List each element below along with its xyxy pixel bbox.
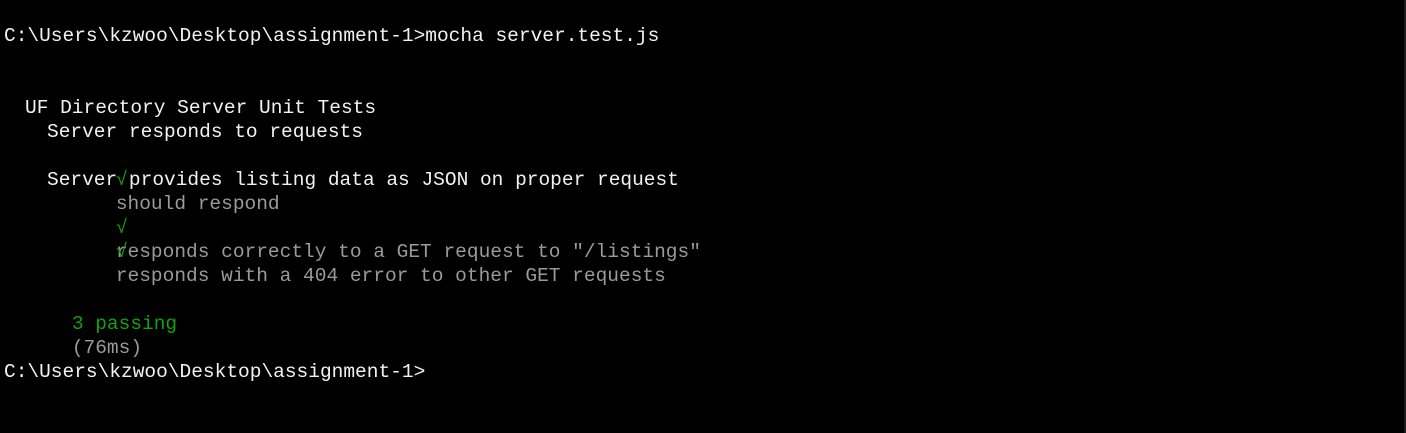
suite-title: UF Directory Server Unit Tests (25, 97, 377, 119)
test-result-line: √ responds with a 404 error to other GET… (69, 216, 666, 287)
test-label: responds correctly to a GET request to "… (115, 241, 701, 263)
test-group-title: Server responds to requests (47, 121, 363, 143)
duration: (76ms) (71, 337, 143, 359)
test-result-line: √ responds correctly to a GET request to… (69, 192, 701, 263)
summary-line: 3 passing (76ms) (25, 288, 177, 359)
command-line: C:\Users\kzwoo\Desktop\assignment-1>moch… (4, 25, 660, 47)
test-group-title: Server provides listing data as JSON on … (47, 169, 679, 191)
test-label: responds with a 404 error to other GET r… (115, 265, 666, 287)
checkmark-icon: √ (115, 241, 128, 263)
prompt-line[interactable]: C:\Users\kzwoo\Desktop\assignment-1> (4, 360, 425, 384)
passing-count: 3 passing (71, 313, 178, 335)
terminal-window[interactable]: C:\Users\kzwoo\Desktop\assignment-1>moch… (0, 0, 1406, 433)
test-result-line: √ should respond (69, 144, 280, 215)
